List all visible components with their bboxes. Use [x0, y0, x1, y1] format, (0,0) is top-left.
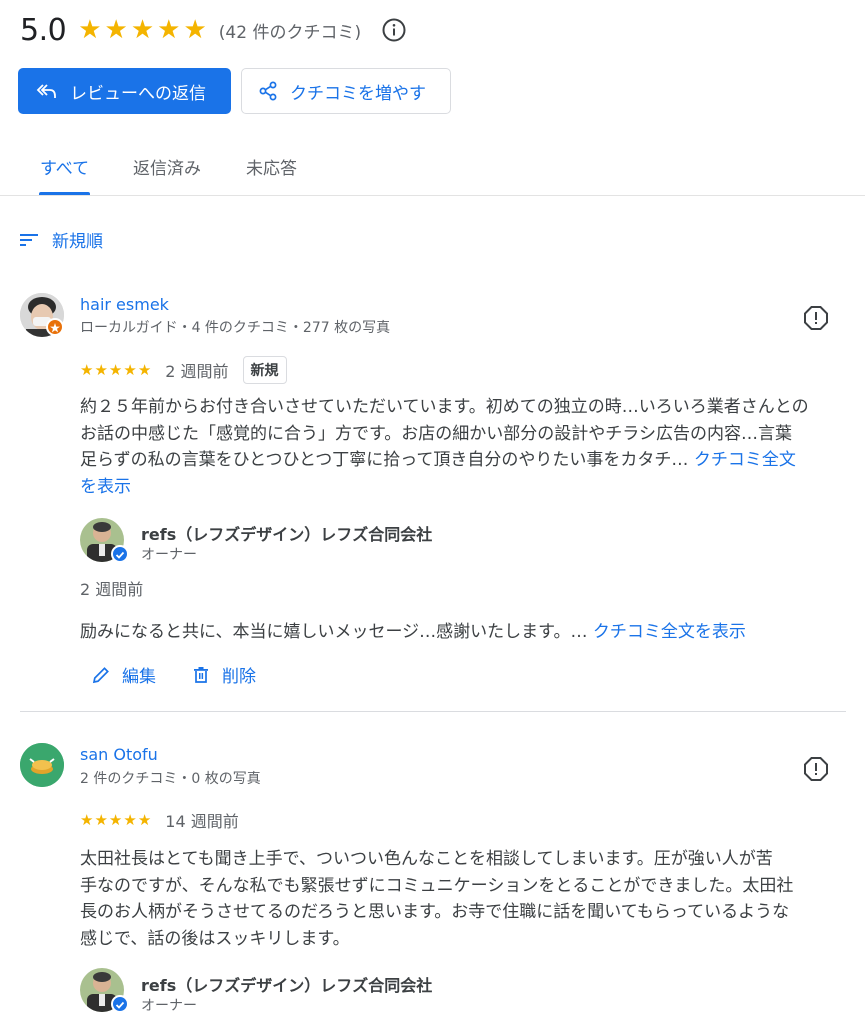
- delete-label: 削除: [222, 667, 256, 687]
- reply-all-icon: [36, 84, 56, 98]
- reply-time: 2 週間前: [80, 580, 144, 599]
- review-text-line: 手なのですが、そんな私でも緊張せずにコミュニケーションをとることができました。太…: [80, 875, 794, 896]
- review-rating-row: ★ ★ ★ ★ ★ 2 週間前 新規: [80, 356, 287, 384]
- star-icon: ★: [104, 15, 128, 45]
- report-icon[interactable]: [803, 305, 829, 331]
- new-badge: 新規: [242, 356, 287, 384]
- star-icon: ★: [94, 810, 108, 829]
- get-more-reviews-button[interactable]: クチコミを増やす: [241, 68, 451, 114]
- review-text-line-part: 足らずの私の言葉をひとつひとつ丁寧に拾って頂き自分のやりたい事をカタチ…: [80, 450, 689, 470]
- sort-icon: [20, 233, 38, 246]
- owner-role: オーナー: [141, 547, 197, 563]
- review-text-line: 太田社長はとても聞き上手で、ついつい色んなことを相談してしまいます。圧が強い人が…: [80, 849, 773, 869]
- review-text: 約２５年前からお付き合いさせていただいています。初めての独立の時…いろいろ業者さ…: [80, 394, 850, 500]
- tab-replied[interactable]: 返信済み: [133, 154, 201, 196]
- review-count: (42 件のクチコミ): [218, 22, 362, 43]
- sort-dropdown[interactable]: 新規順: [20, 227, 103, 252]
- edit-label: 編集: [122, 667, 156, 687]
- star-icon: ★: [123, 810, 137, 829]
- active-tab-indicator: [39, 192, 90, 195]
- read-more-link-cont[interactable]: を表示: [80, 477, 131, 497]
- rating-stars: ★ ★ ★ ★ ★: [78, 17, 207, 43]
- review-text-line: 感じで、話の後はスッキリします。: [80, 928, 350, 949]
- star-icon: ★: [123, 360, 137, 379]
- star-icon: ★: [94, 360, 108, 379]
- edit-icon: [92, 666, 109, 683]
- edit-reply-button[interactable]: 編集: [92, 662, 156, 687]
- star-icon: ★: [137, 810, 152, 829]
- sort-label: 新規順: [52, 232, 103, 252]
- report-icon[interactable]: [803, 756, 829, 782]
- tab-unanswered[interactable]: 未応答: [246, 154, 297, 196]
- reviewer-avatar[interactable]: [20, 743, 64, 787]
- owner-name: refs（レフズデザイン）レフズ合同会社: [141, 525, 433, 544]
- reply-text-body: 励みになると共に、本当に嬉しいメッセージ…感謝いたします。…: [80, 622, 588, 642]
- read-more-link[interactable]: クチコミ全文: [694, 450, 796, 470]
- star-icon: ★: [130, 15, 155, 45]
- share-button-label: クチコミを増やす: [290, 83, 426, 104]
- review-text-line: 約２５年前からお付き合いさせていただいています。初めての独立の時…いろいろ業者さ…: [80, 397, 809, 417]
- review-text-line: お話の中感じた「感覚的に合う」方です。お店の細かい部分の設計やチラシ広告の内容……: [80, 423, 792, 444]
- verified-check-icon: [111, 545, 129, 563]
- star-icon: ★: [80, 360, 94, 379]
- average-rating: 5.0: [20, 12, 67, 48]
- star-icon: ★: [183, 15, 207, 45]
- review-text-line: 長のお人柄がそうさせてるのだろうと思います。お寺で住職に話を聞いてもらっているよ…: [80, 902, 790, 922]
- star-icon: ★: [78, 15, 102, 45]
- reply-text: 励みになると共に、本当に嬉しいメッセージ…感謝いたします。… クチコミ全文を表示: [80, 617, 746, 642]
- review-stars: ★ ★ ★ ★ ★: [80, 810, 152, 829]
- local-guide-badge-icon: [46, 318, 64, 336]
- info-icon[interactable]: [381, 17, 407, 43]
- review-text-line: 足らずの私の言葉をひとつひとつ丁寧に拾って頂き自分のやりたい事をカタチ… クチコ…: [80, 447, 850, 474]
- reply-read-more-link[interactable]: クチコミ全文を表示: [593, 622, 746, 642]
- tab-all[interactable]: すべて: [40, 154, 89, 196]
- review-text: 太田社長はとても聞き上手で、ついつい色んなことを相談してしまいます。圧が強い人が…: [80, 846, 850, 952]
- reviewer-name[interactable]: hair esmek: [80, 295, 169, 314]
- review-filter-tabs: すべて 返信済み 未応答: [0, 140, 865, 196]
- reviewer-name[interactable]: san Otofu: [80, 745, 158, 764]
- star-icon: ★: [108, 810, 123, 829]
- reply-to-reviews-button[interactable]: レビューへの返信: [18, 68, 231, 114]
- review-stars: ★ ★ ★ ★ ★: [80, 360, 152, 379]
- star-icon: ★: [80, 810, 94, 829]
- share-icon: [259, 81, 277, 101]
- star-icon: ★: [157, 15, 181, 45]
- verified-check-icon: [111, 995, 129, 1013]
- star-icon: ★: [137, 360, 152, 379]
- review-divider: [20, 711, 846, 712]
- reply-button-label: レビューへの返信: [70, 83, 206, 104]
- owner-name: refs（レフズデザイン）レフズ合同会社: [141, 976, 433, 995]
- review-rating-row: ★ ★ ★ ★ ★ 14 週間前: [80, 808, 239, 832]
- review-time: 2 週間前: [165, 362, 229, 381]
- delete-icon: [194, 666, 208, 683]
- review-time: 14 週間前: [165, 812, 239, 831]
- delete-reply-button[interactable]: 削除: [192, 662, 256, 687]
- owner-role: オーナー: [141, 998, 197, 1014]
- rating-summary: 5.0 ★ ★ ★ ★ ★ (42 件のクチコミ): [20, 10, 407, 50]
- reviewer-meta: ローカルガイド・4 件のクチコミ・277 枚の写真: [80, 320, 391, 336]
- reviewer-meta: 2 件のクチコミ・0 枚の写真: [80, 771, 261, 787]
- star-icon: ★: [108, 360, 123, 379]
